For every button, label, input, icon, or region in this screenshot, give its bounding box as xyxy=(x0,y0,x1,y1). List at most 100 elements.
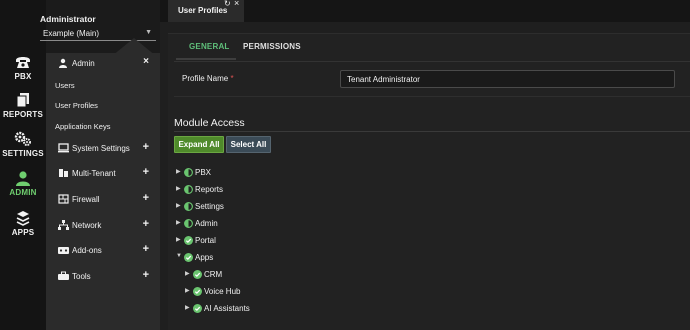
caret-right-icon[interactable]: ▶ xyxy=(185,304,190,311)
tree-item[interactable]: ▶ Reports xyxy=(176,184,336,196)
select-all-button[interactable]: Select All xyxy=(226,136,271,153)
close-icon[interactable]: × xyxy=(143,56,149,67)
submenu-group-tools[interactable]: Tools + xyxy=(46,269,160,283)
rail-item-settings[interactable]: SETTINGS xyxy=(0,131,46,158)
firewall-icon xyxy=(58,194,69,204)
user-icon xyxy=(16,171,30,186)
network-icon xyxy=(58,220,69,230)
tab-user-profiles[interactable]: User Profiles ↻ × xyxy=(168,0,244,22)
submenu-group-system-settings[interactable]: System Settings + xyxy=(46,141,160,155)
tab-label: User Profiles xyxy=(178,6,228,15)
divider xyxy=(174,96,690,97)
check-circle-icon[interactable] xyxy=(193,304,202,313)
submenu-group-firewall[interactable]: Firewall + xyxy=(46,192,160,206)
check-circle-icon[interactable] xyxy=(184,236,193,245)
rail-label: APPS xyxy=(11,228,35,237)
tree-item[interactable]: ▼ Apps xyxy=(176,252,336,264)
rail-item-admin[interactable]: ADMIN xyxy=(0,170,46,197)
caret-down-icon[interactable]: ▼ xyxy=(176,253,182,259)
active-tab-indicator xyxy=(176,58,236,60)
account-name: Administrator xyxy=(40,14,96,24)
caret-right-icon[interactable]: ▶ xyxy=(176,236,181,243)
tree-item-label: PBX xyxy=(195,168,212,177)
tree-item-label: AI Assistants xyxy=(204,304,250,313)
tree-item[interactable]: ▶ PBX xyxy=(176,167,336,179)
group-label: Firewall xyxy=(72,195,100,204)
group-label: Multi-Tenant xyxy=(72,169,116,178)
tree-item[interactable]: ▶ Settings xyxy=(176,201,336,213)
tree-item[interactable]: ▶ Admin xyxy=(176,218,336,230)
module-access-title: Module Access xyxy=(174,117,245,129)
expand-all-button[interactable]: Expand All xyxy=(174,136,224,153)
tools-icon xyxy=(58,271,69,280)
submenu-link-user-profiles[interactable]: User Profiles xyxy=(55,101,98,110)
tree-item-label: Portal xyxy=(195,236,216,245)
rail-label: PBX xyxy=(14,72,32,81)
tree-item-label: Voice Hub xyxy=(204,287,241,296)
nav-rail: PBX REPORTS SETTINGS ADMIN APPS xyxy=(0,0,46,330)
caret-right-icon[interactable]: ▶ xyxy=(185,270,190,277)
close-icon[interactable]: × xyxy=(234,0,239,8)
profile-name-label-text: Profile Name xyxy=(182,74,229,83)
phone-icon xyxy=(16,57,30,68)
refresh-icon[interactable]: ↻ xyxy=(224,0,231,8)
caret-right-icon[interactable]: ▶ xyxy=(176,185,181,192)
submenu-link-users[interactable]: Users xyxy=(55,81,75,90)
check-circle-icon[interactable] xyxy=(184,253,193,262)
gears-icon xyxy=(14,131,31,146)
account-panel: Administrator Example (Main) ▼ xyxy=(40,14,158,41)
tenant-icon xyxy=(59,169,68,177)
reports-icon xyxy=(16,93,29,108)
profile-name-label: Profile Name * xyxy=(182,74,234,83)
tab-general[interactable]: GENERAL xyxy=(189,42,230,51)
tree-item-label: Settings xyxy=(195,202,224,211)
tree-item[interactable]: ▶ CRM xyxy=(185,269,345,281)
submenu-group-add-ons[interactable]: Add-ons + xyxy=(46,243,160,257)
submenu-group-multi-tenant[interactable]: Multi-Tenant + xyxy=(46,166,160,180)
submenu-link-application-keys[interactable]: Application Keys xyxy=(55,122,110,131)
divider xyxy=(174,61,690,62)
group-label: System Settings xyxy=(72,144,130,153)
group-label: Network xyxy=(72,221,102,230)
caret-right-icon[interactable]: ▶ xyxy=(176,219,181,226)
group-label: Tools xyxy=(72,272,91,281)
rail-label: ADMIN xyxy=(9,188,37,197)
caret-right-icon[interactable]: ▶ xyxy=(176,202,181,209)
half-circle-icon[interactable] xyxy=(184,185,193,194)
plus-icon: + xyxy=(142,166,149,178)
plus-icon: + xyxy=(142,192,149,204)
user-icon xyxy=(59,58,67,68)
apps-icon xyxy=(16,211,30,226)
check-circle-icon[interactable] xyxy=(193,287,202,296)
plus-icon: + xyxy=(142,218,149,230)
addons-icon xyxy=(58,247,69,254)
plus-icon: + xyxy=(142,243,149,255)
submenu-group-network[interactable]: Network + xyxy=(46,218,160,232)
monitor-icon xyxy=(58,143,69,153)
rail-item-apps[interactable]: APPS xyxy=(0,210,46,237)
required-mark: * xyxy=(230,74,234,83)
check-circle-icon[interactable] xyxy=(193,270,202,279)
tree-item-label: Reports xyxy=(195,185,224,194)
rail-item-pbx[interactable]: PBX xyxy=(0,54,46,81)
submenu-header: Admin × xyxy=(46,53,160,73)
tenant-select-value: Example (Main) xyxy=(43,29,100,38)
half-circle-icon[interactable] xyxy=(184,202,193,211)
admin-submenu: Admin × Users User Profiles Application … xyxy=(46,53,160,330)
caret-right-icon[interactable]: ▶ xyxy=(176,168,181,175)
divider xyxy=(174,131,690,132)
plus-icon: + xyxy=(142,269,149,281)
profile-name-input[interactable] xyxy=(340,70,675,88)
rail-item-reports[interactable]: REPORTS xyxy=(0,92,46,119)
tree-item[interactable]: ▶ AI Assistants xyxy=(185,303,345,315)
tree-item[interactable]: ▶ Voice Hub xyxy=(185,286,345,298)
tree-item[interactable]: ▶ Portal xyxy=(176,235,336,247)
tree-item-label: CRM xyxy=(204,270,223,279)
half-circle-icon[interactable] xyxy=(184,168,193,177)
caret-right-icon[interactable]: ▶ xyxy=(185,287,190,294)
rail-label: REPORTS xyxy=(2,110,44,119)
half-circle-icon[interactable] xyxy=(184,219,193,228)
tab-permissions[interactable]: PERMISSIONS xyxy=(243,42,301,51)
tree-item-label: Admin xyxy=(195,219,218,228)
rail-label: SETTINGS xyxy=(2,149,44,158)
